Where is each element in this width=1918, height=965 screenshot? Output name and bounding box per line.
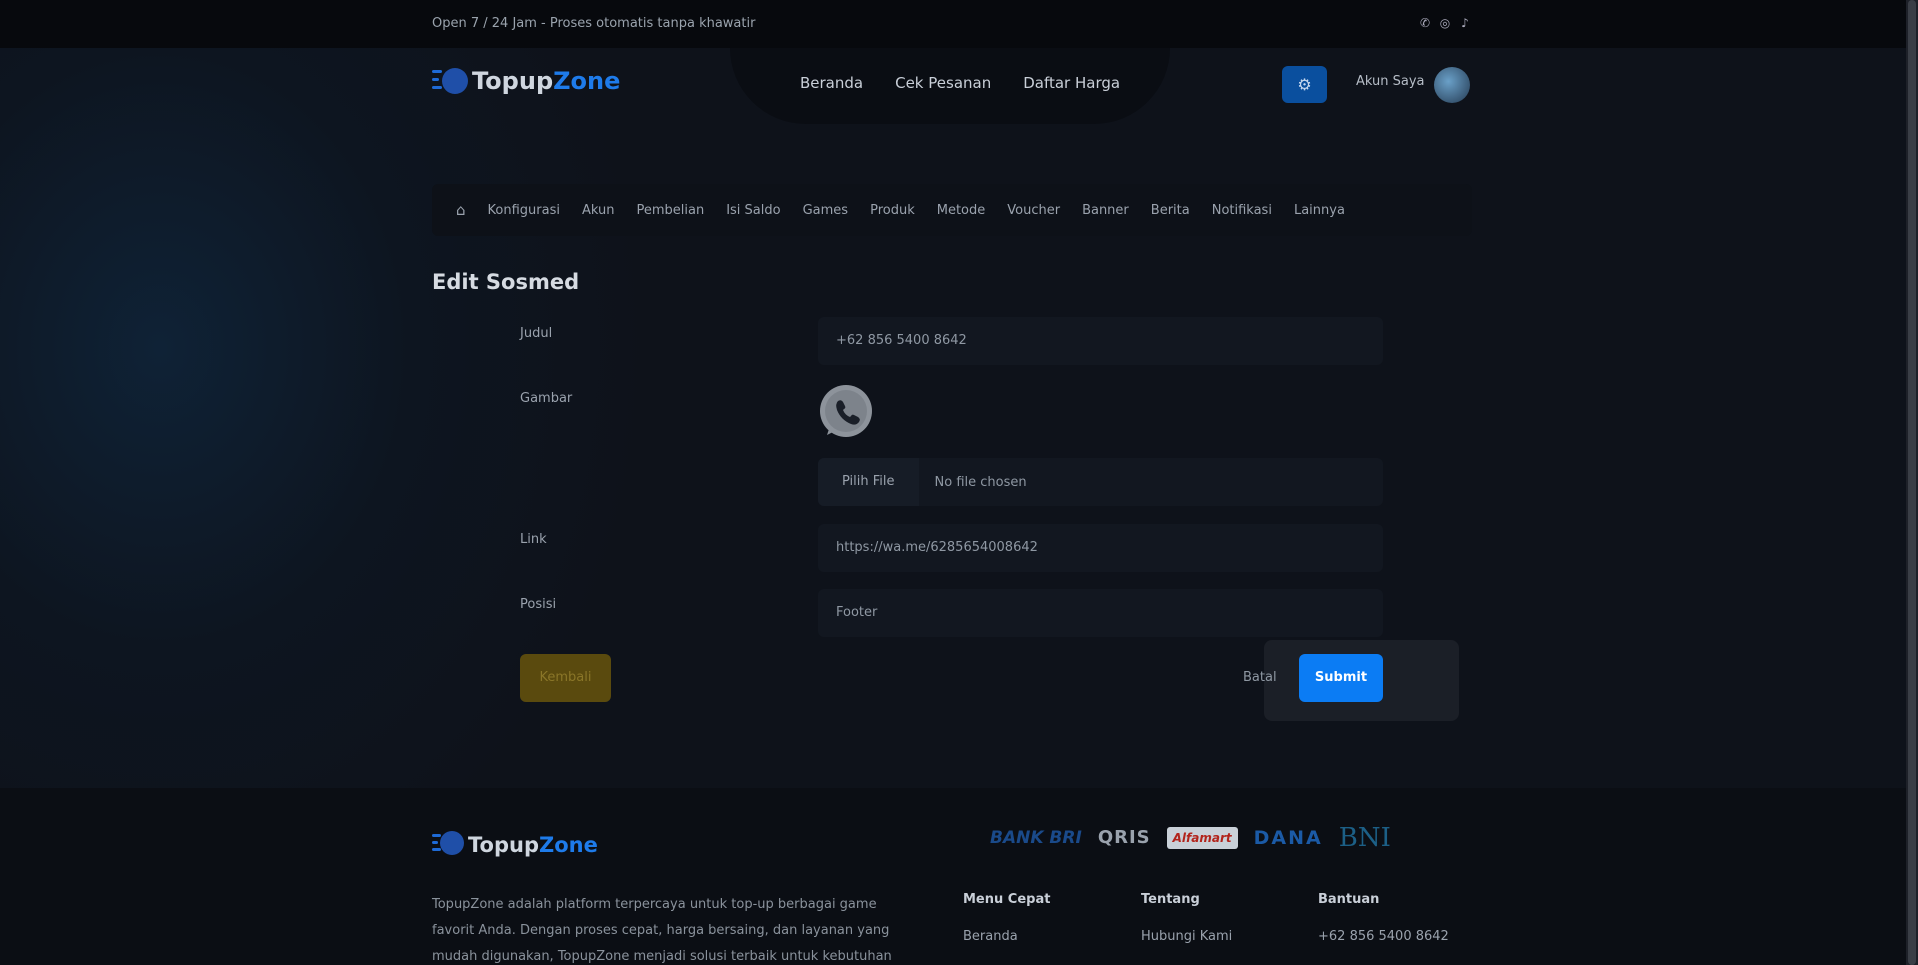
file-status: No file chosen [934, 474, 1027, 490]
admin-nav-banner[interactable]: Banner [1082, 203, 1129, 218]
admin-nav-lainnya[interactable]: Lainnya [1294, 203, 1345, 218]
admin-nav-berita[interactable]: Berita [1151, 203, 1190, 218]
link-label: Link [520, 532, 547, 547]
logo-text-topup: Topup [472, 67, 554, 95]
footer-link-phone[interactable]: +62 856 5400 8642 [1318, 929, 1449, 944]
home-icon[interactable]: ⌂ [456, 201, 466, 219]
judul-label: Judul [520, 326, 553, 341]
link-input[interactable]: https://wa.me/6285654008642 [818, 524, 1383, 572]
payment-logos: BANK BRI QRIS Alfamart DANA BNI [990, 824, 1391, 852]
footer-column-tentang: Tentang Hubungi Kami [1141, 892, 1232, 944]
tiktok-icon[interactable]: ♪ [1458, 16, 1472, 30]
page-title: Edit Sosmed [432, 270, 580, 294]
whatsapp-image-preview [820, 385, 872, 437]
admin-nav-isi-saldo[interactable]: Isi Saldo [726, 203, 780, 218]
dana-logo: DANA [1253, 827, 1323, 849]
main-nav: Beranda Cek Pesanan Daftar Harga [800, 74, 1120, 92]
social-links: ✆ ◎ ♪ [1418, 16, 1472, 30]
logo-icon [432, 64, 470, 98]
instagram-icon[interactable]: ◎ [1438, 16, 1452, 30]
admin-nav-games[interactable]: Games [803, 203, 848, 218]
cancel-button[interactable]: Batal [1243, 670, 1277, 685]
admin-nav-pembelian[interactable]: Pembelian [636, 203, 704, 218]
footer-link-beranda[interactable]: Beranda [963, 929, 1050, 944]
file-input[interactable]: Pilih File No file chosen [818, 458, 1383, 506]
footer-column-menu-cepat: Menu Cepat Beranda [963, 892, 1050, 944]
bni-logo: BNI [1338, 823, 1391, 853]
settings-button[interactable]: ⚙ [1282, 66, 1327, 103]
background-glow [0, 48, 1906, 788]
admin-nav-konfigurasi[interactable]: Konfigurasi [488, 203, 560, 218]
whatsapp-icon[interactable]: ✆ [1418, 16, 1432, 30]
footer-link-hubungi-kami[interactable]: Hubungi Kami [1141, 929, 1232, 944]
scrollbar-thumb[interactable] [1908, 0, 1916, 965]
logo-text-zone: Zone [553, 67, 621, 95]
footer-column-title: Tentang [1141, 892, 1200, 907]
gambar-label: Gambar [520, 391, 573, 406]
nav-item-daftar-harga[interactable]: Daftar Harga [1023, 74, 1120, 92]
footer-column-title: Bantuan [1318, 892, 1380, 907]
admin-nav-akun[interactable]: Akun [582, 203, 615, 218]
posisi-label: Posisi [520, 597, 557, 612]
topbar-message: Open 7 / 24 Jam - Proses otomatis tanpa … [432, 16, 756, 31]
admin-nav: ⌂ Konfigurasi Akun Pembelian Isi Saldo G… [432, 184, 1472, 236]
admin-nav-notifikasi[interactable]: Notifikasi [1212, 203, 1272, 218]
logo-text-zone: Zone [538, 833, 598, 857]
gear-icon: ⚙ [1297, 75, 1312, 94]
footer: Topup Zone [0, 788, 1906, 965]
alfamart-logo: Alfamart [1166, 827, 1238, 849]
admin-nav-voucher[interactable]: Voucher [1007, 203, 1060, 218]
admin-nav-produk[interactable]: Produk [870, 203, 915, 218]
back-button[interactable]: Kembali [520, 654, 611, 702]
footer-description: TopupZone adalah platform terpercaya unt… [432, 897, 892, 964]
admin-nav-metode[interactable]: Metode [937, 203, 986, 218]
top-info-bar: Open 7 / 24 Jam - Proses otomatis tanpa … [0, 0, 1906, 48]
judul-input[interactable]: +62 856 5400 8642 [818, 317, 1383, 365]
nav-item-beranda[interactable]: Beranda [800, 74, 863, 92]
footer-column-bantuan: Bantuan +62 856 5400 8642 [1318, 892, 1449, 944]
posisi-select[interactable]: Footer [818, 589, 1383, 637]
account-label[interactable]: Akun Saya [1356, 74, 1425, 89]
bank-bri-logo: BANK BRI [990, 828, 1082, 848]
logo-icon [432, 828, 466, 862]
page-scrollbar[interactable] [1906, 0, 1918, 965]
footer-logo[interactable]: Topup Zone [432, 828, 598, 862]
submit-button[interactable]: Submit [1299, 654, 1383, 702]
nav-item-cek-pesanan[interactable]: Cek Pesanan [895, 74, 991, 92]
qris-logo: QRIS [1097, 827, 1151, 848]
avatar[interactable] [1434, 67, 1470, 103]
logo-text-topup: Topup [468, 833, 539, 857]
header-logo[interactable]: Topup Zone [432, 64, 620, 98]
choose-file-button[interactable]: Pilih File [818, 458, 919, 506]
footer-column-title: Menu Cepat [963, 892, 1051, 907]
